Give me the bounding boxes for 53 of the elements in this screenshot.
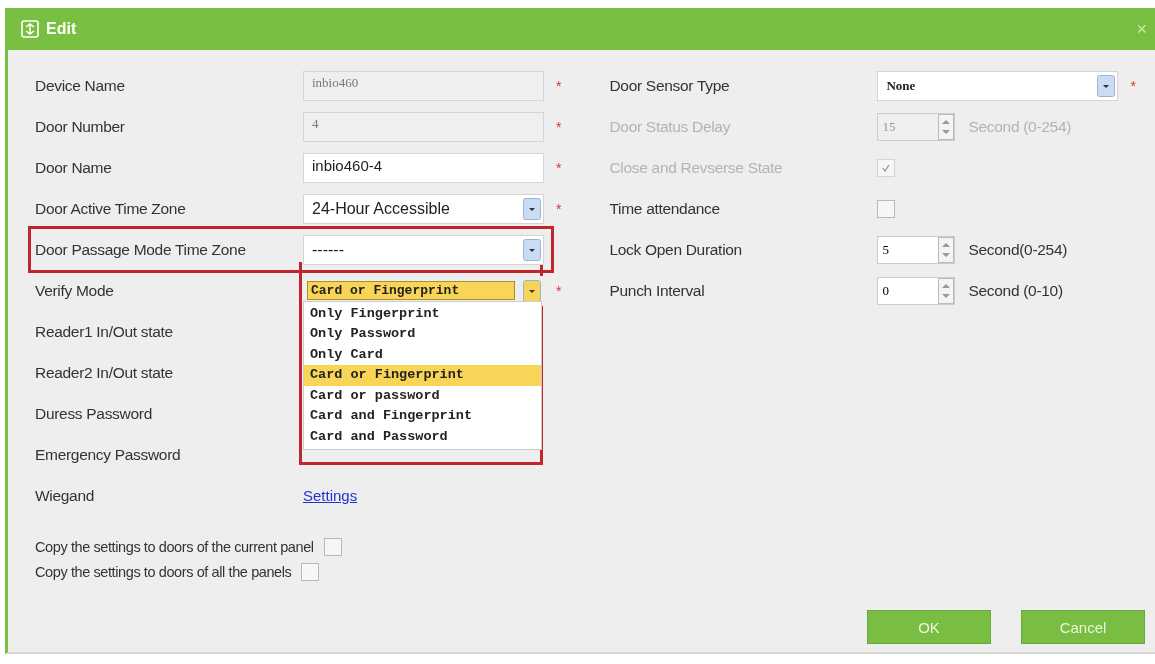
field-label: Close and Revserse State	[609, 158, 784, 177]
window-title: Edit	[46, 20, 77, 38]
spin-arrows-icon[interactable]	[938, 236, 955, 263]
checkbox[interactable]	[877, 199, 896, 218]
number-spinner[interactable]: 5	[877, 235, 956, 264]
spin-arrows-icon[interactable]	[938, 277, 955, 304]
unit-label: Second (0-254)	[968, 117, 1072, 136]
dropdown-option[interactable]: Only Card	[304, 344, 541, 365]
required-mark: *	[556, 159, 562, 176]
dropdown-button[interactable]	[523, 238, 541, 261]
dropdown-option[interactable]: Card or Fingerprint	[304, 365, 541, 386]
text-field[interactable]: inbio460-4	[303, 152, 544, 183]
dropdown-option[interactable]: Card and Password	[304, 426, 541, 447]
checkbox[interactable]	[301, 563, 320, 581]
select-field[interactable]: None	[877, 70, 1119, 101]
field-label: Punch Interval	[609, 281, 706, 300]
field-label: Door Name	[35, 158, 113, 177]
dropdown-option[interactable]: Only Password	[304, 324, 541, 345]
checkbox-label: Copy the settings to doors of the current panel	[35, 539, 314, 555]
dropdown-button[interactable]	[1097, 74, 1116, 97]
required-mark: *	[1130, 77, 1136, 94]
field-label: Door Passage Mode Time Zone	[35, 240, 247, 259]
field-label: Verify Mode	[35, 281, 115, 300]
dropdown-option[interactable]: Only Fingerprint	[304, 303, 541, 324]
select-field[interactable]: 24-Hour Accessible	[303, 193, 544, 224]
dropdown-option[interactable]: Card or password	[304, 385, 541, 406]
number-spinner[interactable]: 0	[877, 276, 956, 305]
field-label: Device Name	[35, 76, 126, 95]
required-mark: *	[556, 282, 562, 299]
edit-icon	[20, 19, 40, 39]
required-mark: *	[556, 200, 562, 217]
checkbox-label: Copy the settings to doors of all the panels	[35, 564, 292, 580]
field-label: Reader2 In/Out state	[35, 363, 174, 382]
field-label: Door Sensor Type	[609, 76, 731, 95]
required-mark: *	[556, 118, 562, 135]
checkbox[interactable]	[323, 538, 342, 556]
field-label: Door Active Time Zone	[35, 199, 187, 218]
field-label: Reader1 In/Out state	[35, 322, 174, 341]
field-label: Time attendance	[609, 199, 721, 218]
field-label: Door Number	[35, 117, 126, 136]
dropdown-button[interactable]	[523, 279, 541, 302]
select-field[interactable]: ------	[303, 234, 544, 265]
dropdown-button[interactable]	[523, 197, 541, 220]
field-label: Duress Password	[35, 404, 153, 423]
settings-link[interactable]: Settings	[303, 487, 358, 504]
unit-label: Second (0-10)	[968, 281, 1063, 300]
dropdown-option[interactable]: Card and Fingerprint	[304, 406, 541, 427]
required-mark: *	[556, 77, 562, 94]
field-label: Wiegand	[35, 486, 96, 505]
field-label: Lock Open Duration	[609, 240, 743, 259]
field-label: Emergency Password	[35, 445, 182, 464]
field-label: Door Status Delay	[609, 117, 732, 136]
unit-label: Second(0-254)	[968, 240, 1068, 259]
